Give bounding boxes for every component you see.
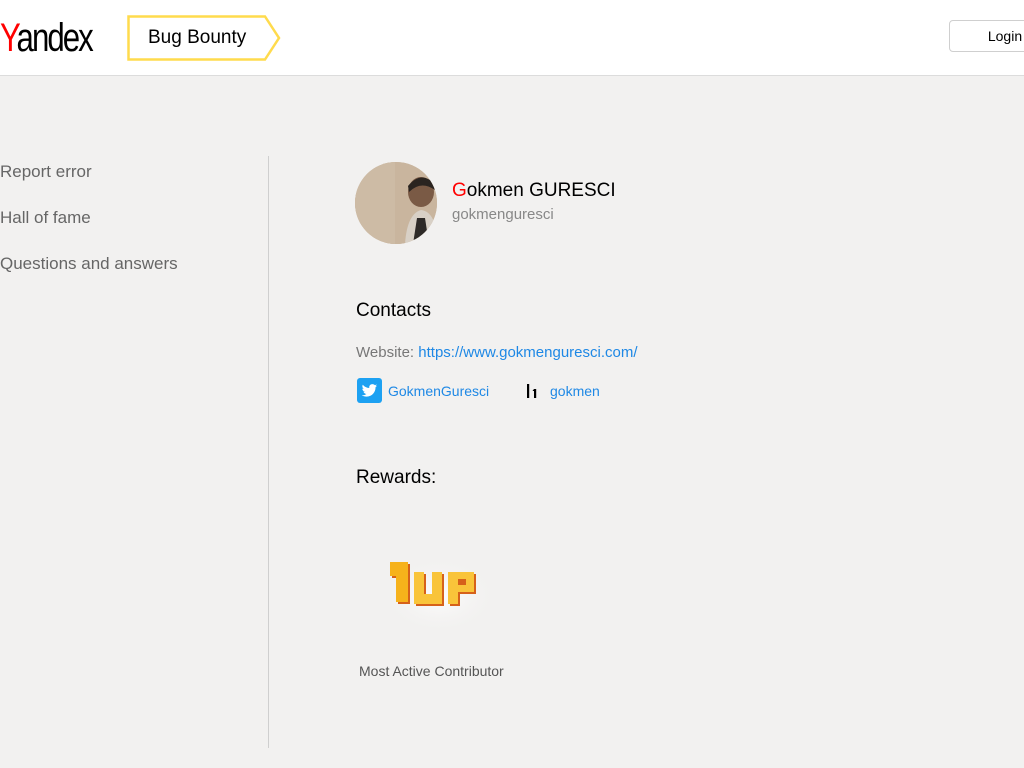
sidebar-item-questions-and-answers[interactable]: Questions and answers bbox=[0, 252, 178, 298]
profile-name: Gokmen GURESCI bbox=[452, 180, 616, 202]
website-link[interactable]: https://www.gokmenguresci.com/ bbox=[418, 344, 637, 361]
login-button[interactable]: Login bbox=[949, 20, 1024, 52]
sidebar-item-hall-of-fame[interactable]: Hall of fame bbox=[0, 206, 178, 252]
profile-name-rest: okmen GURESCI bbox=[466, 180, 616, 201]
badge-caption: Most Active Contributor bbox=[359, 663, 504, 679]
sidebar-item-report-error[interactable]: Report error bbox=[0, 160, 178, 206]
hackerone-icon bbox=[519, 378, 544, 403]
rewards-title: Rewards: bbox=[356, 467, 437, 488]
hackerone-link[interactable]: gokmen bbox=[519, 378, 600, 403]
avatar bbox=[355, 162, 437, 244]
header: Yandex Bug Bounty Login bbox=[0, 0, 1024, 76]
twitter-icon bbox=[357, 378, 382, 403]
hackerone-handle: gokmen bbox=[550, 382, 600, 399]
profile-handle: gokmenguresci bbox=[452, 206, 554, 223]
logo-rest: andex bbox=[16, 16, 94, 60]
contacts-title: Contacts bbox=[356, 300, 431, 321]
profile-name-initial: G bbox=[452, 180, 467, 201]
twitter-link[interactable]: GokmenGuresci bbox=[357, 378, 489, 403]
bug-bounty-label: Bug Bounty bbox=[148, 27, 247, 48]
sidebar: Report error Hall of fame Questions and … bbox=[0, 160, 178, 298]
website-row: Website: https://www.gokmenguresci.com/ bbox=[356, 344, 638, 361]
logo-initial: Y bbox=[0, 16, 19, 60]
1up-badge-icon bbox=[384, 552, 494, 628]
bug-bounty-tag[interactable]: Bug Bounty bbox=[127, 15, 281, 61]
twitter-handle: GokmenGuresci bbox=[388, 382, 490, 399]
sidebar-divider bbox=[268, 156, 269, 748]
website-label: Website: bbox=[356, 344, 415, 361]
yandex-logo[interactable]: Yandex bbox=[0, 14, 94, 62]
